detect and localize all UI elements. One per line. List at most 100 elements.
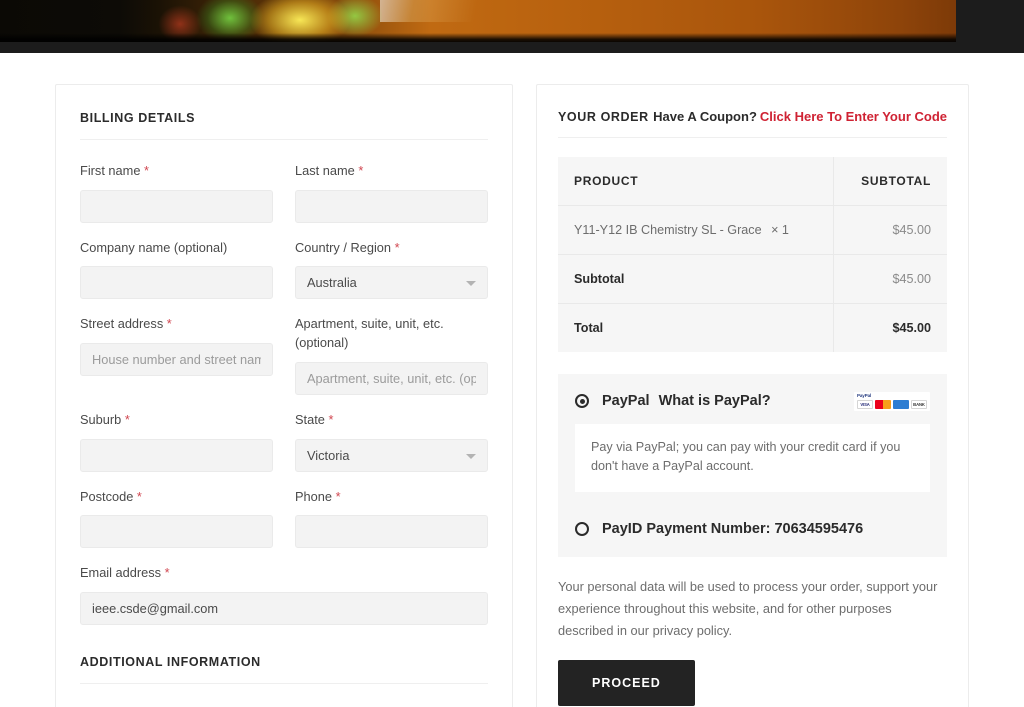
country-select-wrapper: Australia — [295, 266, 488, 300]
postcode-phone-row: Postcode * Phone * — [80, 488, 488, 565]
order-item-amount: $45.00 — [832, 205, 947, 255]
company-name-label: Company name (optional) — [80, 239, 228, 255]
first-name-input[interactable] — [80, 189, 273, 223]
state-required-marker: * — [328, 412, 334, 428]
company-country-row: Company name (optional) Country / Region… — [80, 239, 488, 316]
phone-label-text: Phone — [295, 488, 333, 504]
billing-details-panel: BILLING DETAILS First name * Last name * — [55, 84, 513, 707]
apartment-label: Apartment, suite, unit, etc. (optional) — [295, 316, 444, 350]
total-label: Total — [574, 321, 604, 335]
postcode-field: Postcode * — [80, 488, 273, 549]
order-item-title: Y11-Y12 IB Chemistry SL - Grace — [574, 223, 762, 237]
postcode-required-marker: * — [136, 488, 142, 504]
suburb-required-marker: * — [124, 412, 130, 428]
company-name-input[interactable] — [80, 266, 273, 300]
radio-selected-icon[interactable] — [575, 394, 589, 409]
mastercard-icon — [875, 399, 891, 409]
total-amount: $45.00 — [832, 303, 947, 352]
email-address-field: Email address * — [80, 564, 488, 625]
additional-information-heading: ADDITIONAL INFORMATION — [80, 655, 488, 684]
suburb-state-row: Suburb * State * Victoria — [80, 411, 488, 488]
email-address-input[interactable] — [80, 591, 488, 625]
visa-card-icon: VISA — [857, 399, 873, 409]
phone-input[interactable] — [295, 515, 488, 549]
paypal-accepted-cards: PayPal VISA BANK — [854, 392, 930, 411]
what-is-paypal-link[interactable]: What is PayPal? — [659, 393, 771, 409]
suburb-label-text: Suburb — [80, 412, 122, 428]
first-name-label: First name * — [80, 162, 273, 181]
email-address-label-text: Email address — [80, 565, 162, 581]
product-column-header: PRODUCT — [558, 157, 834, 206]
proceed-button[interactable]: PROCEED — [558, 659, 695, 706]
billing-details-heading: BILLING DETAILS — [80, 111, 488, 140]
paypal-method-label: PayPal — [602, 393, 650, 410]
card-brand-row: VISA BANK — [857, 399, 927, 409]
paypal-logo-icon: PayPal VISA BANK — [857, 393, 927, 409]
last-name-label-text: Last name — [295, 163, 355, 178]
last-name-input[interactable] — [295, 189, 488, 223]
order-summary-table: PRODUCT SUBTOTAL Y11-Y12 IB Chemistry SL… — [558, 157, 947, 352]
street-address-field: Street address * — [80, 315, 273, 395]
radio-unselected-icon[interactable] — [575, 521, 589, 536]
country-region-select[interactable]: Australia — [295, 266, 488, 300]
company-name-field: Company name (optional) — [80, 239, 273, 300]
country-required-marker: * — [394, 239, 400, 255]
phone-label: Phone * — [295, 488, 488, 507]
coupon-toggle-link[interactable]: Click Here To Enter Your Code — [760, 109, 947, 124]
suburb-field: Suburb * — [80, 411, 273, 472]
country-region-field: Country / Region * Australia — [295, 239, 488, 300]
order-item-name: Y11-Y12 IB Chemistry SL - Grace × 1 — [558, 205, 834, 255]
table-row: Y11-Y12 IB Chemistry SL - Grace × 1 $45.… — [558, 205, 947, 255]
suburb-label: Suburb * — [80, 411, 273, 430]
state-select[interactable]: Victoria — [295, 438, 488, 472]
phone-field: Phone * — [295, 488, 488, 549]
state-label: State * — [295, 411, 488, 430]
coupon-prompt-text: Have A Coupon? — [653, 109, 757, 124]
street-address-label-text: Street address — [80, 316, 164, 332]
state-field: State * Victoria — [295, 411, 488, 472]
country-region-label: Country / Region * — [295, 239, 488, 258]
country-region-label-text: Country / Region — [295, 239, 392, 255]
subtotal-column-header: SUBTOTAL — [832, 157, 947, 206]
your-order-panel: YOUR ORDER Have A Coupon? Click Here To E… — [536, 84, 969, 707]
total-row: Total $45.00 — [558, 303, 947, 352]
apartment-input[interactable] — [295, 362, 488, 396]
credit-card-icon — [893, 399, 909, 409]
paypal-description: Pay via PayPal; you can pay with your cr… — [575, 423, 930, 492]
order-item-quantity: × 1 — [771, 223, 789, 237]
state-label-text: State — [295, 412, 325, 428]
first-name-required-marker: * — [144, 163, 149, 178]
banner-right-fill — [956, 0, 1024, 53]
postcode-label: Postcode * — [80, 488, 273, 507]
postcode-label-text: Postcode — [80, 488, 134, 504]
street-address-label: Street address * — [80, 315, 273, 334]
payid-method-label: PayID Payment Number: 70634595476 — [602, 520, 864, 537]
subtotal-row: Subtotal $45.00 — [558, 254, 947, 304]
order-header-row: YOUR ORDER Have A Coupon? Click Here To E… — [558, 109, 947, 138]
postcode-input[interactable] — [80, 515, 273, 549]
your-order-heading: YOUR ORDER — [558, 110, 649, 124]
order-table-header-row: PRODUCT SUBTOTAL — [558, 157, 947, 206]
first-name-field: First name * — [80, 162, 273, 223]
privacy-policy-text: Your personal data will be used to proce… — [558, 578, 938, 638]
street-apartment-row: Street address * Apartment, suite, unit,… — [80, 315, 488, 411]
street-required-marker: * — [166, 316, 172, 332]
first-name-label-text: First name — [80, 163, 141, 178]
site-header-banner — [0, 0, 1024, 53]
payment-method-paypal[interactable]: PayPal What is PayPal? PayPal VISA BANK — [575, 392, 930, 411]
suburb-input[interactable] — [80, 438, 273, 472]
bank-icon: BANK — [911, 399, 927, 409]
phone-required-marker: * — [335, 488, 341, 504]
paypal-wordmark: PayPal — [857, 393, 872, 398]
payment-method-payid[interactable]: PayID Payment Number: 70634595476 — [575, 521, 930, 537]
name-row: First name * Last name * — [80, 162, 488, 239]
checkout-page: BILLING DETAILS First name * Last name * — [0, 53, 1024, 707]
apartment-field: Apartment, suite, unit, etc. (optional) — [295, 315, 488, 396]
subtotal-label: Subtotal — [558, 254, 834, 304]
email-required-marker: * — [164, 565, 170, 581]
last-name-required-marker: * — [358, 163, 364, 178]
street-address-input[interactable] — [80, 342, 273, 376]
last-name-field: Last name * — [295, 162, 488, 223]
state-select-wrapper: Victoria — [295, 438, 488, 472]
subtotal-amount: $45.00 — [832, 254, 947, 304]
